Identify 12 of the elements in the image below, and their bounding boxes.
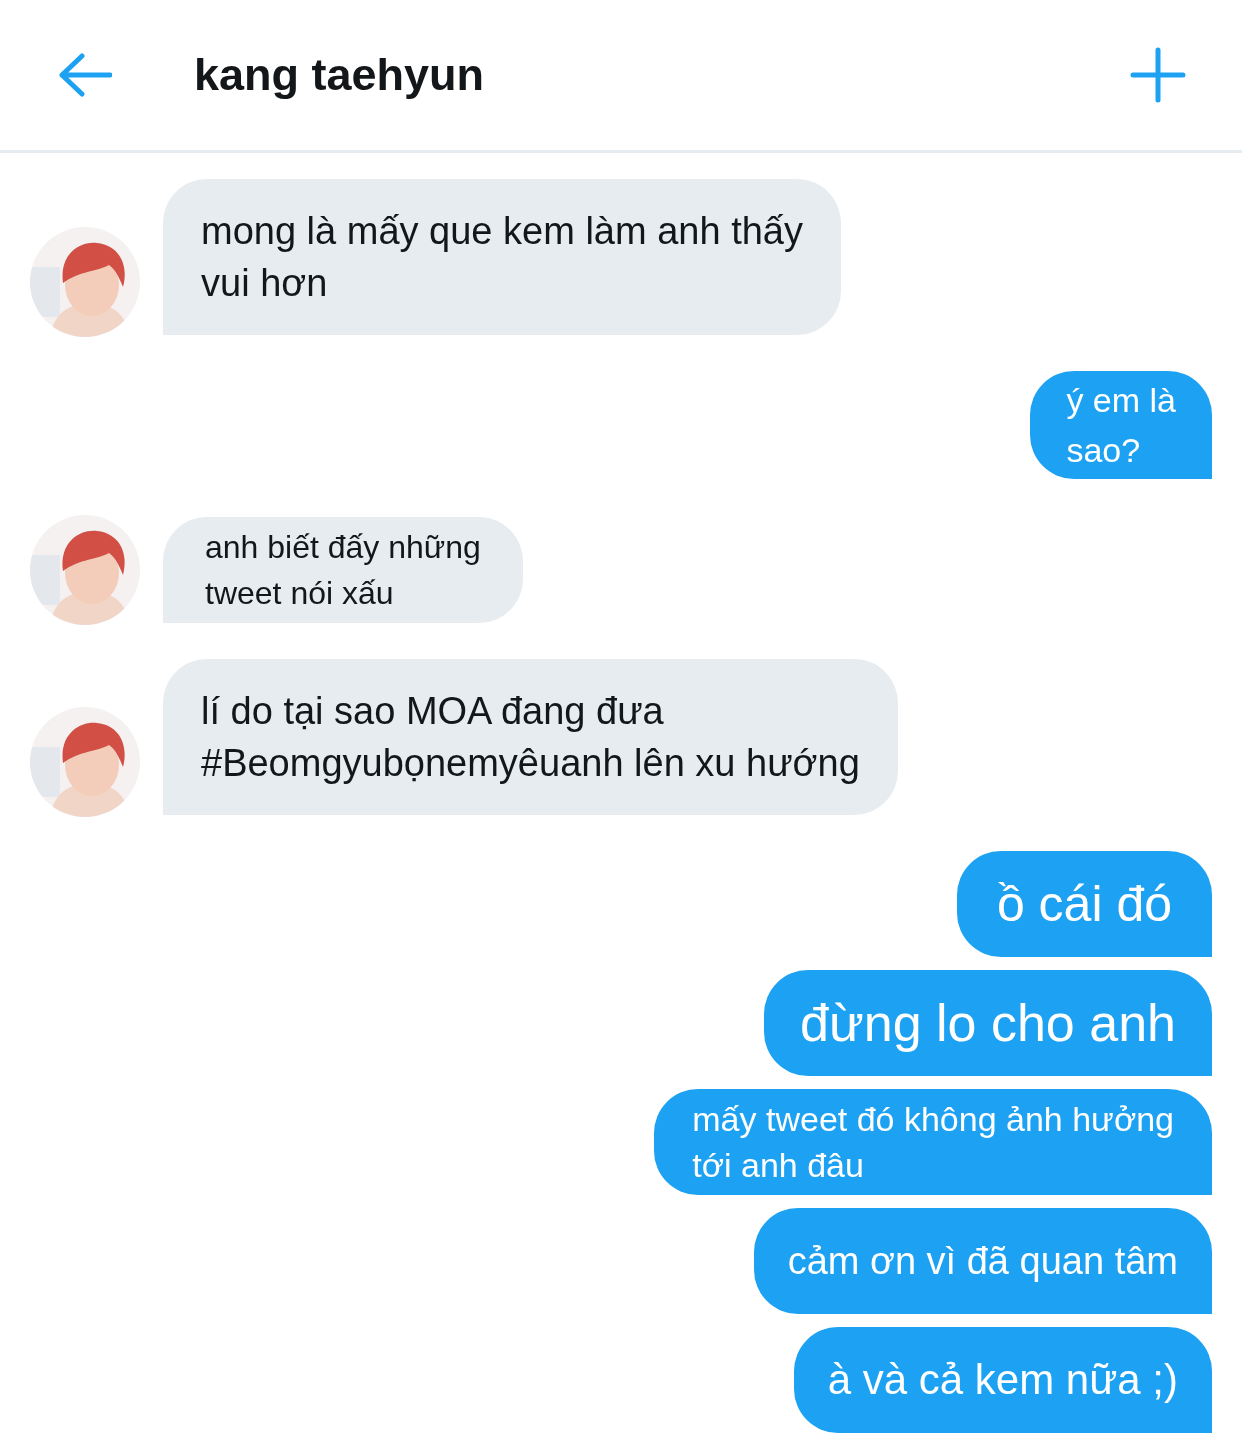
message-bubble: à và cả kem nữa ;) — [793, 1327, 1212, 1433]
message-bubble: ồ cái đó — [956, 851, 1212, 957]
message-bubble: mong là mấy que kem làm anh thấy vui hơn — [163, 179, 841, 335]
message-bubble: lí do tại sao MOA đang đưa #Beomgyubọnemyêuanh lên xu hướng — [163, 659, 898, 815]
plus-icon[interactable] — [1130, 47, 1186, 103]
message-bubble: đừng lo cho anh — [764, 970, 1212, 1076]
back-icon[interactable] — [58, 53, 112, 97]
chat-title: kang taehyun — [194, 49, 486, 101]
message-bubble: anh biết đấy những tweet nói xấu — [163, 517, 523, 623]
message-bubble: ý em là sao? — [1030, 371, 1212, 479]
message-bubble: mấy tweet đó không ảnh hưởng tới anh đâu — [654, 1089, 1212, 1195]
message-bubble: cảm ơn vì đã quan tâm — [753, 1208, 1212, 1314]
